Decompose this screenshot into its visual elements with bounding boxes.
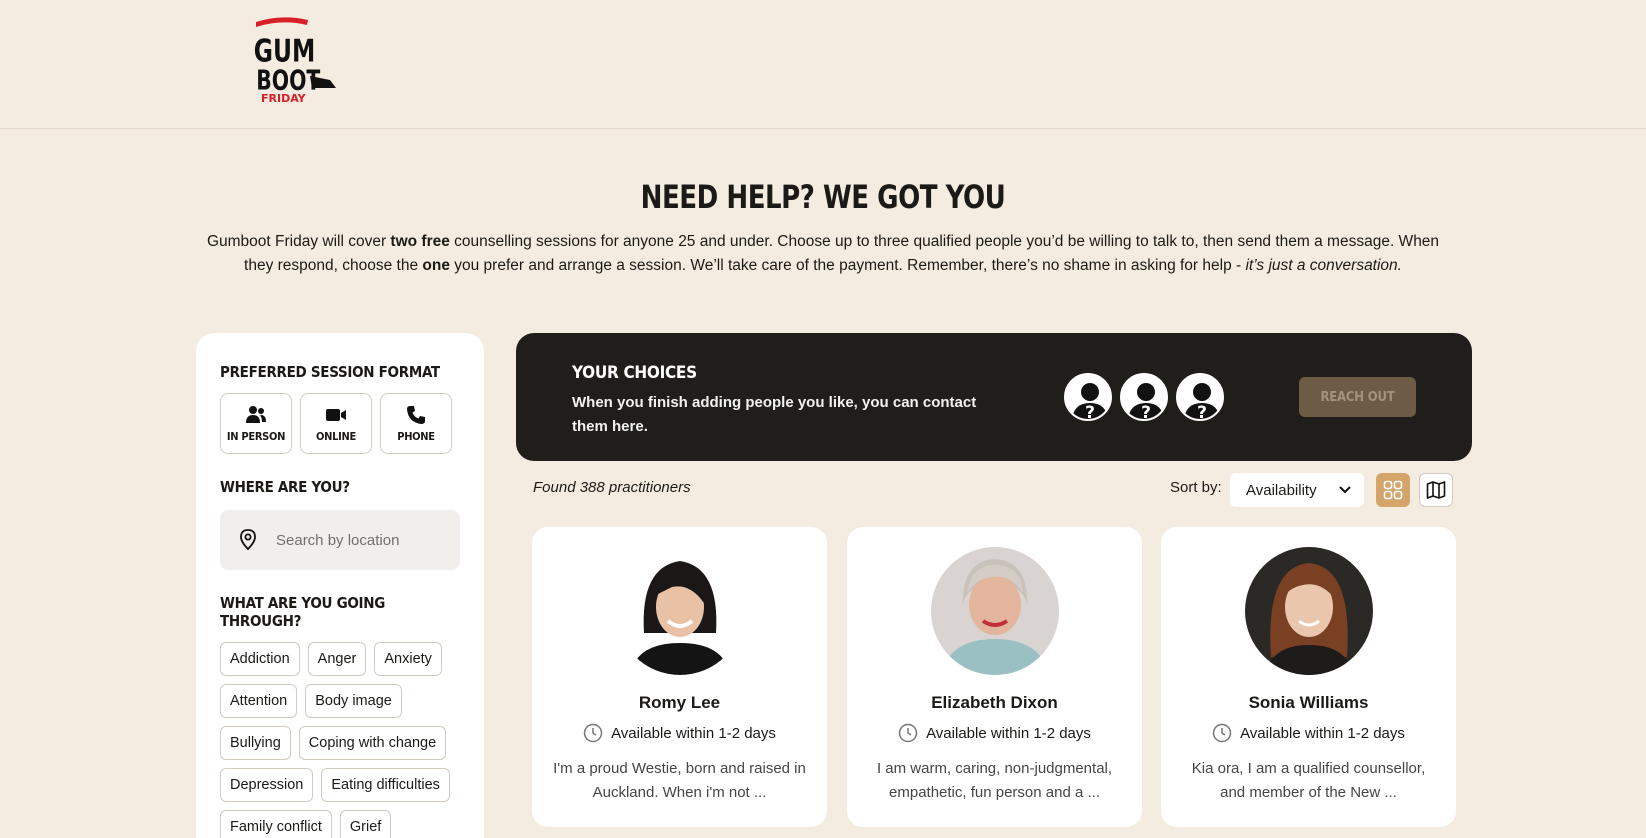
issue-tag[interactable]: Attention [220, 684, 298, 718]
location-pin-icon [240, 529, 256, 551]
results-count: Found 388 practitioners [533, 479, 691, 496]
location-input[interactable] [276, 531, 456, 549]
phone-icon [407, 405, 425, 424]
your-choices-panel: YOUR CHOICES When you finish adding peop… [516, 333, 1472, 461]
svg-text:?: ? [1197, 403, 1207, 421]
svg-text:?: ? [1141, 403, 1151, 421]
practitioner-name: Sonia Williams [1248, 693, 1369, 712]
filter-sidebar: PREFERRED SESSION FORMAT IN PERSON ONLIN… [196, 333, 484, 838]
choice-slot[interactable]: ? [1120, 373, 1168, 421]
format-online-button[interactable]: ONLINE [300, 393, 372, 454]
format-phone-button[interactable]: PHONE [380, 393, 452, 454]
person-placeholder-icon: ? [1066, 375, 1110, 421]
issue-tag[interactable]: Eating difficulties [321, 768, 450, 802]
practitioner-name: Romy Lee [638, 693, 721, 712]
intro-text: Gumboot Friday will cover two free couns… [206, 233, 1440, 274]
sort-select[interactable]: Availability [1230, 473, 1364, 507]
issue-tag[interactable]: Grief [339, 810, 392, 838]
chevron-down-icon [1339, 486, 1351, 494]
person-placeholder-icon: ? [1178, 375, 1222, 421]
practitioner-card[interactable]: Elizabeth Dixon Available within 1-2 day… [847, 527, 1142, 827]
person-placeholder-icon: ? [1122, 375, 1166, 421]
issue-tag[interactable]: Coping with change [298, 726, 447, 760]
issue-tag[interactable]: Bullying [220, 726, 291, 760]
map-icon [1426, 481, 1446, 499]
sort-value: Availability [1246, 481, 1317, 499]
issue-tag[interactable]: Depression [220, 768, 314, 802]
issue-tag[interactable]: Anxiety [374, 642, 442, 676]
issue-tag[interactable]: Family conflict [220, 810, 332, 838]
availability: Available within 1-2 days [1161, 723, 1456, 743]
video-icon [326, 408, 346, 421]
issue-tag[interactable]: Anger [307, 642, 367, 676]
practitioner-card[interactable]: Sonia Williams Available within 1-2 days… [1161, 527, 1456, 827]
gumboot-friday-logo[interactable]: GUM BOOT FRIDAY [252, 16, 340, 106]
clock-icon [583, 723, 603, 743]
choice-slots: ? ? ? [1064, 373, 1224, 421]
session-format-options: IN PERSON ONLINE PHONE [220, 393, 460, 454]
issue-tags: Addiction Anger Anxiety Attention Body i… [220, 642, 465, 838]
grid-icon [1383, 480, 1403, 500]
location-heading: WHERE ARE YOU? [220, 478, 350, 496]
sort-label: Sort by: [1170, 479, 1222, 496]
clock-icon [898, 723, 918, 743]
svg-text:?: ? [1085, 403, 1095, 421]
clock-icon [1212, 723, 1232, 743]
practitioner-card[interactable]: Romy Lee Available within 1-2 days I'm a… [532, 527, 827, 827]
practitioner-name: Elizabeth Dixon [931, 693, 1058, 712]
choice-slot[interactable]: ? [1176, 373, 1224, 421]
site-header: GUM BOOT FRIDAY [0, 0, 1646, 129]
issue-tag[interactable]: Addiction [220, 642, 300, 676]
svg-text:FRIDAY: FRIDAY [261, 92, 307, 105]
choice-slot[interactable]: ? [1064, 373, 1112, 421]
availability: Available within 1-2 days [532, 723, 827, 743]
choices-heading: YOUR CHOICES [572, 363, 697, 383]
format-in-person-button[interactable]: IN PERSON [220, 393, 292, 454]
practitioner-photo [930, 547, 1059, 675]
issue-tag[interactable]: Body image [305, 684, 402, 718]
location-search[interactable] [220, 510, 460, 570]
grid-view-button[interactable] [1376, 473, 1410, 507]
choices-text: When you finish adding people you like, … [572, 394, 977, 435]
practitioner-bio: I am warm, caring, non-judgmental, empat… [876, 760, 1113, 801]
issues-heading: WHAT ARE YOU GOING THROUGH? [220, 594, 386, 630]
practitioner-photo [615, 547, 744, 675]
map-view-button[interactable] [1419, 473, 1453, 507]
availability: Available within 1-2 days [847, 723, 1142, 743]
practitioner-bio: I'm a proud Westie, born and raised in A… [553, 760, 806, 801]
practitioner-photo [1244, 547, 1373, 675]
reach-out-button[interactable]: REACH OUT [1299, 377, 1416, 417]
session-format-heading: PREFERRED SESSION FORMAT [220, 363, 440, 381]
page-title: NEED HELP? WE GOT YOU [640, 178, 1006, 216]
practitioner-bio: Kia ora, I am a qualified counsellor, an… [1191, 760, 1426, 801]
people-icon [246, 405, 266, 423]
